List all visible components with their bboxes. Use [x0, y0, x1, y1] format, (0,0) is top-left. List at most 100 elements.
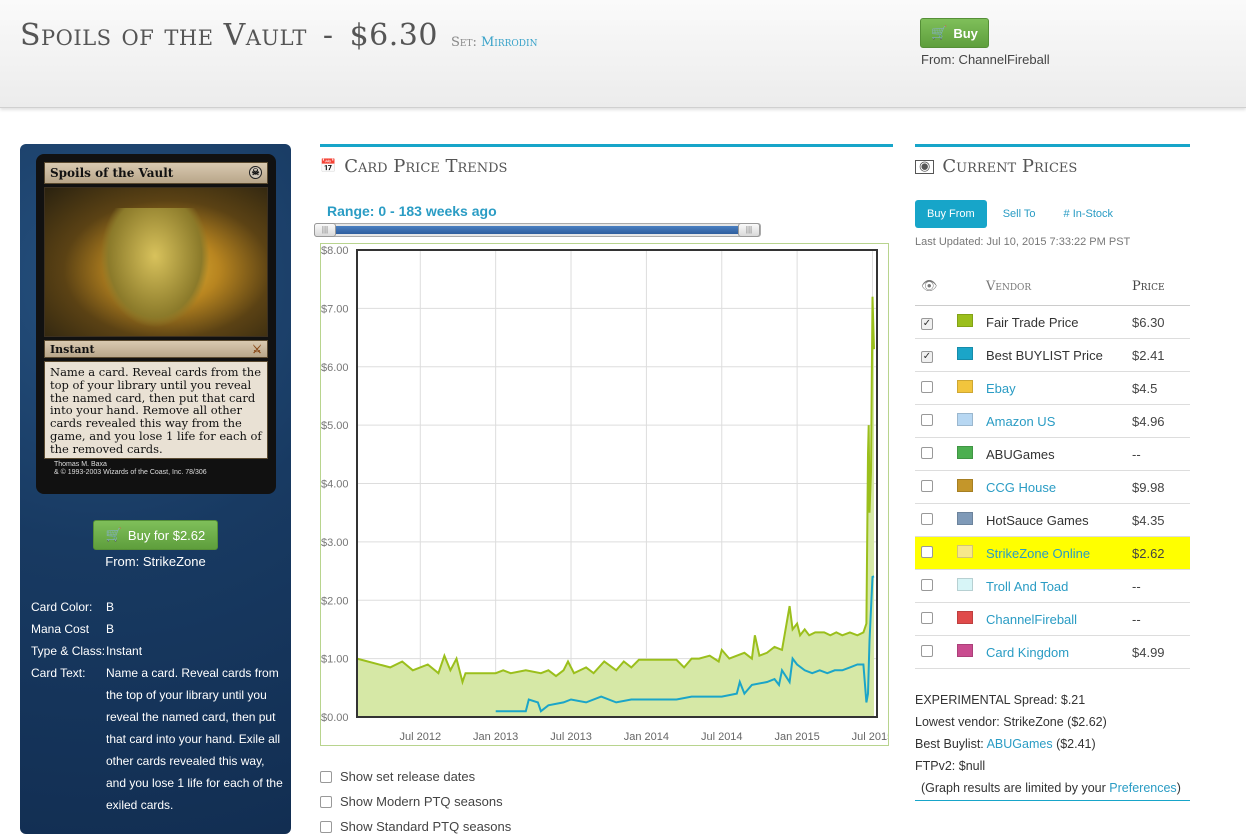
cart-icon: 🛒 — [931, 25, 948, 40]
buy-lowest-button[interactable]: 🛒 Buy for $2.62 — [93, 520, 218, 550]
last-updated: Last Updated: Jul 10, 2015 7:33:22 PM PS… — [915, 236, 1131, 248]
buy-lowest-label: Buy for $2.62 — [127, 527, 206, 543]
card-image: Spoils of the Vault ☠ Instant ⚔ Name a c… — [36, 154, 276, 494]
info-value: Instant — [106, 644, 143, 658]
x-tick-label: Jan 2013 — [473, 731, 518, 743]
vendor-name[interactable]: ChannelFireball — [983, 612, 1132, 627]
x-tick-label: Jul 2012 — [400, 731, 442, 743]
range-slider-start-handle[interactable]: ||| — [314, 223, 336, 237]
vendor-visibility-checkbox[interactable] — [921, 446, 933, 459]
page-title: Spoils of the Vault - $6.30 — [20, 18, 438, 53]
vendor-price: $4.99 — [1132, 644, 1165, 660]
price-column-header: Price — [1132, 279, 1165, 294]
card-image-rules-text: Name a card. Reveal cards from the top o… — [44, 361, 268, 459]
card-details-panel: Spoils of the Vault ☠ Instant ⚔ Name a c… — [20, 144, 291, 834]
best-buylist-vendor-link[interactable]: ABUGames — [987, 737, 1053, 751]
card-artist: Thomas M. Baxa — [54, 461, 107, 468]
vendor-visibility-checkbox[interactable] — [921, 611, 933, 624]
vendor-row: Ebay $4.5 — [915, 372, 1190, 405]
vendor-visibility-checkbox[interactable] — [921, 413, 933, 426]
set-link[interactable]: Mirrodin — [481, 35, 537, 50]
vendor-price: -- — [1132, 446, 1141, 462]
ftpv2-text: FTPv2: $null — [915, 759, 986, 773]
vendor-name: ABUGames — [986, 446, 1055, 462]
set-prefix: Set: — [451, 35, 477, 50]
calendar-icon: 📅 — [320, 159, 337, 174]
vendor-visibility-checkbox[interactable] — [921, 512, 933, 525]
y-tick-label: $8.00 — [321, 245, 349, 257]
set-label: Set: Mirrodin — [451, 35, 537, 50]
vendor-name[interactable]: CCG House — [983, 480, 1132, 495]
y-tick-label: $5.00 — [321, 420, 349, 432]
range-label: Range: 0 - 183 weeks ago — [327, 203, 497, 219]
vendor-name[interactable]: Amazon US — [983, 414, 1132, 429]
vendor-row: ✓ Fair Trade Price $6.30 — [915, 306, 1190, 339]
info-key: Mana Cost — [31, 622, 90, 636]
current-prices-heading: ◉ Current Prices — [915, 144, 1190, 177]
tab-in-stock[interactable]: # In-Stock — [1052, 200, 1126, 228]
vendor-color-swatch — [957, 578, 973, 591]
series-line — [356, 296, 875, 686]
vendor-price: $9.98 — [1132, 479, 1165, 495]
vendor-visibility-checkbox[interactable] — [921, 644, 933, 657]
info-value: B — [106, 622, 115, 636]
y-tick-label: $3.00 — [321, 537, 349, 549]
checkbox-label: Show Modern PTQ seasons — [340, 794, 503, 809]
vendor-name[interactable]: StrikeZone Online — [983, 546, 1132, 561]
title-separator: - — [322, 18, 334, 53]
x-tick-label: Jul 2015 — [852, 731, 888, 743]
vendor-price: $6.30 — [1132, 314, 1165, 330]
vendor-visibility-checkbox[interactable] — [921, 545, 933, 558]
tab-sell-to[interactable]: Sell To — [991, 200, 1048, 228]
price-trend-chart: $0.00 $1.00 $2.00 $3.00 $4.00 $5.00 $6.00 $7.00… — [320, 243, 893, 746]
show-set-release-dates[interactable]: Show set release dates — [320, 769, 475, 784]
y-tick-label: $0.00 — [321, 712, 349, 724]
buy-button[interactable]: 🛒 Buy — [920, 18, 989, 48]
vendor-column-header: Vendor — [986, 279, 1032, 294]
price-trend-chart-svg: $0.00 $1.00 $2.00 $3.00 $4.00 $5.00 $6.00 $7.00… — [321, 245, 893, 743]
card-info-list: Card Color: B Mana Cost B Type & Class: … — [31, 596, 286, 816]
set-release-checkbox[interactable] — [320, 770, 332, 783]
vendor-row: ABUGames -- — [915, 438, 1190, 471]
vendor-name[interactable]: Troll And Toad — [983, 579, 1132, 594]
vendor-visibility-checkbox[interactable] — [921, 479, 933, 492]
buy-lowest-vendor: From: StrikeZone — [105, 554, 206, 569]
best-buylist-text: Best Buylist: ABUGames ($2.41) — [915, 733, 1190, 755]
vendor-row: Amazon US $4.96 — [915, 405, 1190, 438]
vendor-name: Fair Trade Price — [986, 314, 1079, 330]
modern-ptq-checkbox[interactable] — [320, 795, 332, 808]
preferences-link[interactable]: Preferences — [1109, 781, 1176, 795]
card-image-credits: Thomas M. Baxa & © 1993-2003 Wizards of … — [44, 461, 268, 477]
vendor-name[interactable]: Card Kingdom — [983, 645, 1132, 660]
card-copyright: & © 1993-2003 Wizards of the Coast, Inc.… — [54, 469, 207, 476]
y-tick-label: $1.00 — [321, 654, 349, 666]
vendor-row: CCG House $9.98 — [915, 471, 1190, 504]
vendor-visibility-checkbox[interactable] — [921, 578, 933, 591]
pref-suffix: ) — [1176, 781, 1181, 795]
range-slider-end-handle[interactable]: ||| — [738, 223, 760, 237]
black-mana-icon: ☠ — [249, 166, 262, 179]
x-tick-label: Jul 2014 — [701, 731, 743, 743]
vendor-color-swatch — [957, 479, 973, 492]
info-row-text: Card Text: Name a card. Reveal cards fro… — [31, 662, 286, 816]
info-key: Type & Class: — [31, 644, 106, 658]
vendor-name[interactable]: Ebay — [983, 381, 1132, 396]
x-tick-label: Jan 2015 — [774, 731, 819, 743]
vendor-visibility-checkbox[interactable]: ✓ — [921, 351, 933, 363]
info-value: B — [106, 600, 115, 614]
card-price: $6.30 — [349, 18, 438, 53]
vendor-color-swatch — [957, 545, 973, 558]
show-modern-ptq[interactable]: Show Modern PTQ seasons — [320, 794, 503, 809]
vendor-name: HotSauce Games — [986, 512, 1089, 528]
best-buylist-prefix: Best Buylist: — [915, 737, 984, 751]
range-slider[interactable]: ||| ||| — [314, 223, 761, 237]
vendor-row: Card Kingdom $4.99 — [915, 636, 1190, 669]
vendor-price: $4.96 — [1132, 413, 1165, 429]
card-image-type-bar: Instant ⚔ — [44, 340, 268, 358]
x-tick-label: Jul 2013 — [550, 731, 592, 743]
card-image-name: Spoils of the Vault — [50, 166, 174, 180]
vendor-visibility-checkbox[interactable]: ✓ — [921, 318, 933, 330]
card-artwork — [44, 187, 268, 337]
tab-buy-from[interactable]: Buy From — [915, 200, 987, 228]
vendor-visibility-checkbox[interactable] — [921, 380, 933, 393]
